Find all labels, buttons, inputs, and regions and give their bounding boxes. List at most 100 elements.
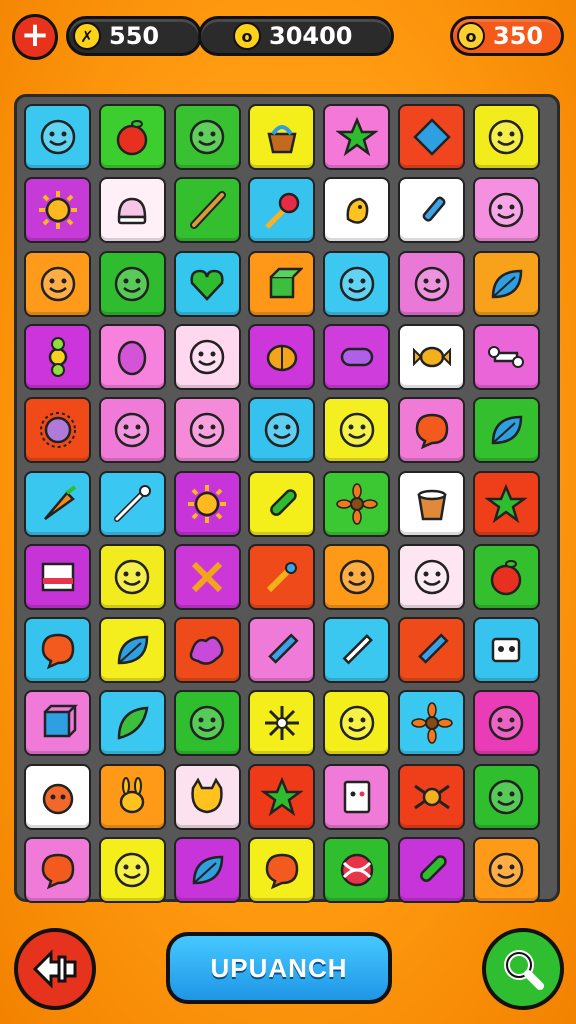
board-tile[interactable] xyxy=(398,104,465,170)
board-tile[interactable] xyxy=(24,763,91,830)
board-tile[interactable] xyxy=(472,250,540,317)
star-icon xyxy=(335,116,378,157)
board-tile[interactable] xyxy=(173,763,241,830)
board-tile[interactable] xyxy=(398,690,465,757)
board-tile[interactable] xyxy=(98,543,166,610)
sun-icon xyxy=(38,191,77,230)
board-tile[interactable] xyxy=(98,397,166,464)
board-tile[interactable] xyxy=(24,617,91,684)
board-tile[interactable] xyxy=(472,837,540,903)
board-tile[interactable] xyxy=(24,690,91,757)
board-tile[interactable] xyxy=(472,763,540,830)
board-tile[interactable] xyxy=(173,543,241,610)
board-tile[interactable] xyxy=(398,177,465,244)
board-tile[interactable] xyxy=(472,470,540,537)
sun-icon xyxy=(188,484,227,523)
board-tile[interactable] xyxy=(472,104,540,170)
board-tile[interactable] xyxy=(173,837,241,903)
board-tile[interactable] xyxy=(472,177,540,244)
board-tile[interactable] xyxy=(98,323,166,390)
board-tile[interactable] xyxy=(323,763,391,830)
currency-counter-c[interactable]: o 350 xyxy=(450,16,564,56)
board-tile[interactable] xyxy=(472,543,540,610)
board-tile[interactable] xyxy=(323,837,391,903)
board-tile[interactable] xyxy=(472,323,540,390)
board-tile[interactable] xyxy=(98,470,166,537)
board-tile[interactable] xyxy=(98,617,166,684)
board-tile[interactable] xyxy=(24,397,91,464)
board-tile[interactable] xyxy=(173,177,241,244)
coin-icon: o xyxy=(233,22,261,50)
ball-icon xyxy=(340,853,373,887)
board-tile[interactable] xyxy=(323,397,391,464)
launch-button[interactable]: UPUANCH xyxy=(166,932,392,1004)
heart-icon xyxy=(190,269,224,301)
board-tile[interactable] xyxy=(24,323,91,390)
back-button[interactable] xyxy=(14,928,96,1010)
board-tile[interactable] xyxy=(323,250,391,317)
board-tile[interactable] xyxy=(98,837,166,903)
board-tile[interactable] xyxy=(98,250,166,317)
board-tile[interactable] xyxy=(248,837,316,903)
stick-icon xyxy=(190,191,227,230)
snowflake-icon xyxy=(264,706,299,741)
candy-icon xyxy=(412,346,451,368)
board-tile[interactable] xyxy=(173,470,241,537)
face-icon xyxy=(189,339,225,375)
board-tile[interactable] xyxy=(173,690,241,757)
board-tile[interactable] xyxy=(398,250,465,317)
board-tile[interactable] xyxy=(173,323,241,390)
board-tile[interactable] xyxy=(248,690,316,757)
board-tile[interactable] xyxy=(248,177,316,244)
board-tile[interactable] xyxy=(398,323,465,390)
board-tile[interactable] xyxy=(323,323,391,390)
board-tile[interactable] xyxy=(248,617,316,684)
board-tile[interactable] xyxy=(24,470,91,537)
board-tile[interactable] xyxy=(398,543,465,610)
board-tile[interactable] xyxy=(398,397,465,464)
top-hud: + ✗ 550 o 30400 o 350 xyxy=(12,14,564,60)
board-tile[interactable] xyxy=(24,177,91,244)
board-tile[interactable] xyxy=(398,470,465,537)
board-tile[interactable] xyxy=(173,617,241,684)
board-tile[interactable] xyxy=(472,397,540,464)
board-tile[interactable] xyxy=(398,617,465,684)
search-button[interactable] xyxy=(482,928,564,1010)
board-tile[interactable] xyxy=(323,690,391,757)
board-tile[interactable] xyxy=(248,763,316,830)
board-tile[interactable] xyxy=(98,690,166,757)
board-tile[interactable] xyxy=(472,690,540,757)
box-icon xyxy=(269,267,303,298)
add-currency-button[interactable]: + xyxy=(12,14,58,60)
board-tile[interactable] xyxy=(248,470,316,537)
face-icon xyxy=(189,119,225,155)
bubble-icon xyxy=(41,633,74,670)
leaf-icon xyxy=(492,415,523,445)
board-tile[interactable] xyxy=(472,617,540,684)
board-tile[interactable] xyxy=(173,250,241,317)
board-tile[interactable] xyxy=(398,763,465,830)
board-tile[interactable] xyxy=(173,104,241,170)
board-tile[interactable] xyxy=(398,837,465,903)
board-tile[interactable] xyxy=(248,397,316,464)
board-tile[interactable] xyxy=(323,104,391,170)
board-tile[interactable] xyxy=(98,763,166,830)
board-tile[interactable] xyxy=(24,837,91,903)
board-tile[interactable] xyxy=(24,104,91,170)
board-tile[interactable] xyxy=(173,397,241,464)
board-tile[interactable] xyxy=(98,104,166,170)
board-tile[interactable] xyxy=(248,250,316,317)
board-tile[interactable] xyxy=(248,323,316,390)
board-tile[interactable] xyxy=(323,543,391,610)
board-tile[interactable] xyxy=(323,470,391,537)
board-tile[interactable] xyxy=(98,177,166,244)
rocket-icon xyxy=(419,855,447,882)
board-tile[interactable] xyxy=(248,104,316,170)
board-tile[interactable] xyxy=(323,617,391,684)
board-tile[interactable] xyxy=(323,177,391,244)
board-tile[interactable] xyxy=(248,543,316,610)
board-tile[interactable] xyxy=(24,543,91,610)
board-tile[interactable] xyxy=(24,250,91,317)
face-icon xyxy=(489,852,524,888)
face-icon xyxy=(115,852,150,888)
